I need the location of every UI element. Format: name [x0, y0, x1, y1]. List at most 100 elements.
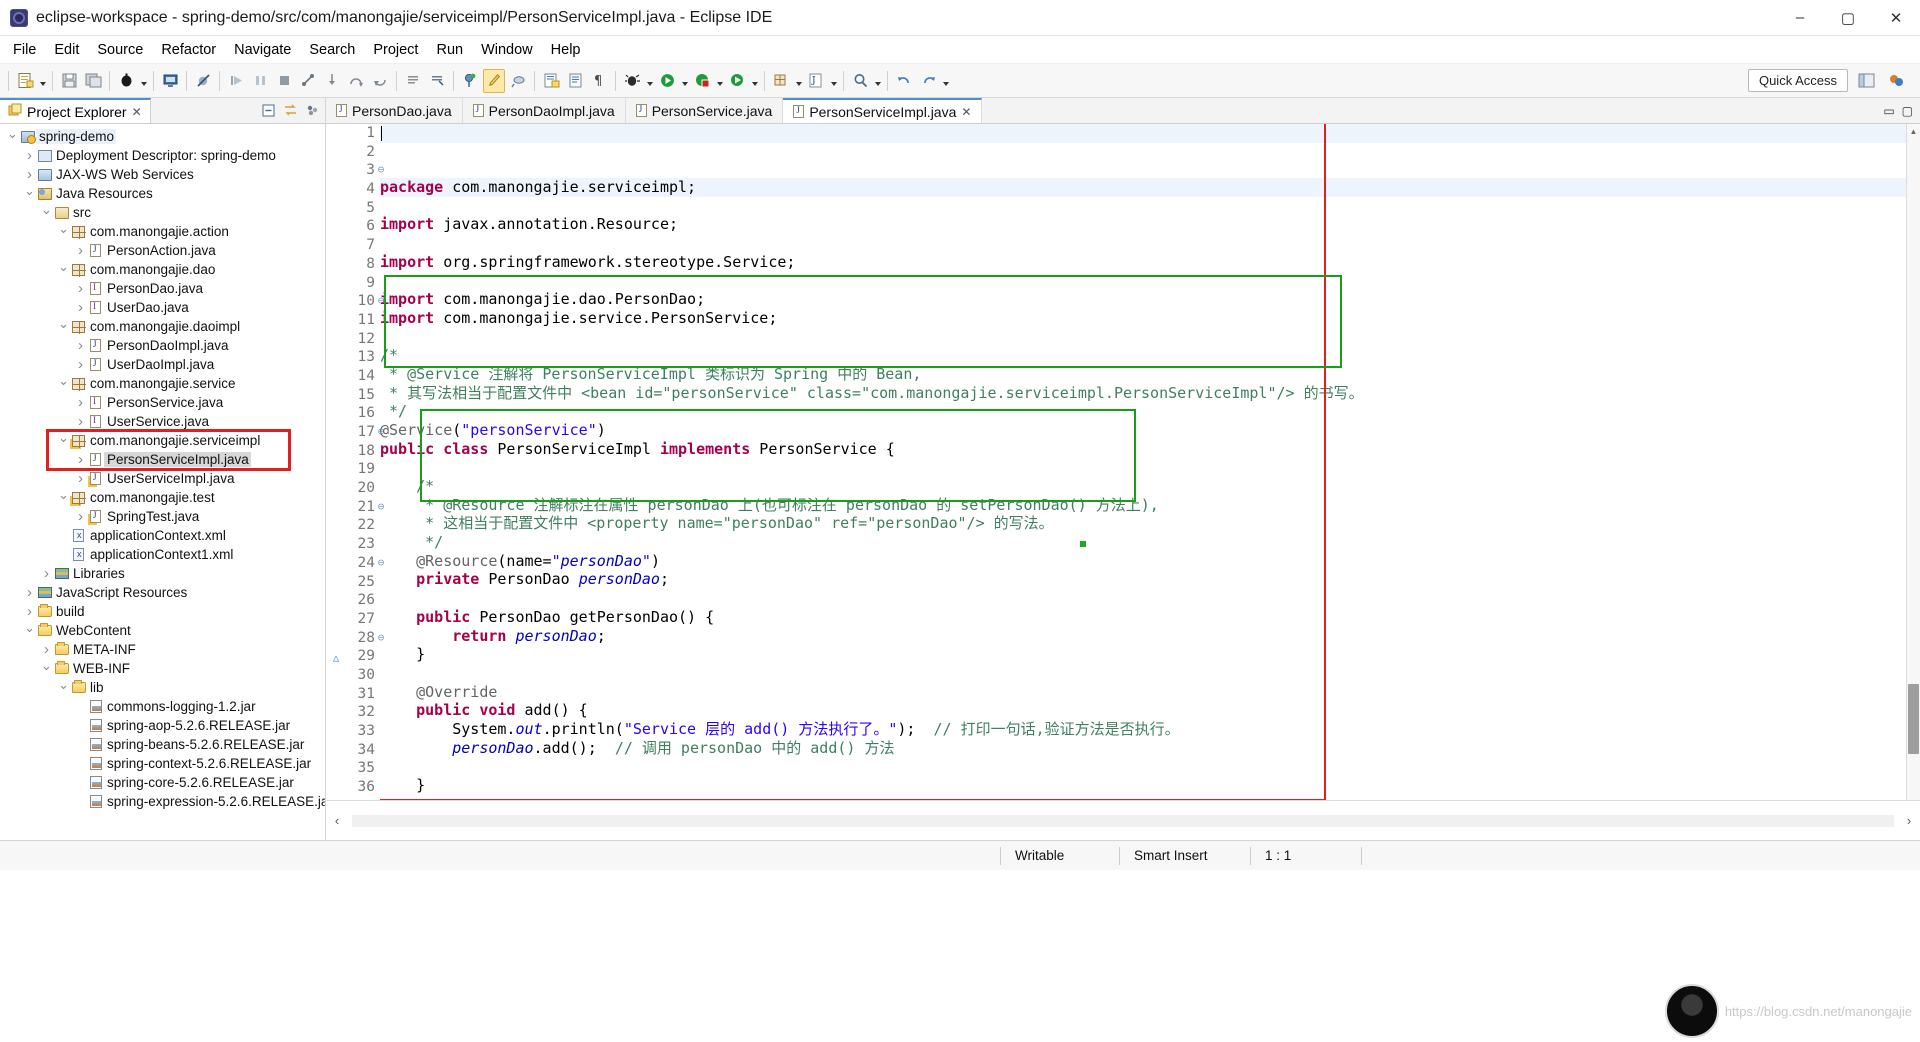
tree-item[interactable]: com.manongajie.daoimpl [0, 317, 325, 336]
forward-icon[interactable] [917, 69, 939, 93]
tree-item[interactable]: spring-demo [0, 127, 325, 146]
collapse-arrow-icon[interactable] [57, 380, 70, 388]
menu-search[interactable]: Search [300, 39, 364, 61]
expand-arrow-icon[interactable] [74, 360, 87, 370]
back-icon[interactable] [893, 69, 915, 93]
tree-item[interactable]: PersonDaoImpl.java [0, 336, 325, 355]
collapse-arrow-icon[interactable] [57, 684, 70, 692]
open-type-icon[interactable] [564, 69, 586, 93]
collapse-arrow-icon[interactable] [57, 323, 70, 331]
expand-arrow-icon[interactable] [74, 512, 87, 522]
tree-item[interactable]: UserDaoImpl.java [0, 355, 325, 374]
maximize-editor-icon[interactable]: ▢ [1902, 104, 1913, 118]
new-package-icon[interactable] [770, 69, 792, 93]
resume-icon[interactable] [225, 69, 247, 93]
expand-arrow-icon[interactable] [40, 645, 53, 655]
project-explorer-tab[interactable]: Project Explorer ✕ [0, 98, 151, 123]
editor-marker-bar[interactable] [326, 124, 342, 800]
debug-config-dropdown-icon[interactable] [644, 69, 655, 93]
menu-run[interactable]: Run [427, 39, 472, 61]
expand-arrow-icon[interactable] [23, 607, 36, 617]
tree-item[interactable]: spring-core-5.2.6.RELEASE.jar [0, 773, 325, 792]
tree-item[interactable]: UserDao.java [0, 298, 325, 317]
new-class-icon[interactable]: J [805, 69, 827, 93]
menu-help[interactable]: Help [542, 39, 590, 61]
editor-tab-persondaoimpl[interactable]: PersonDaoImpl.java [463, 98, 626, 123]
collapse-arrow-icon[interactable] [57, 266, 70, 274]
tree-item[interactable]: com.manongajie.service [0, 374, 325, 393]
tree-item[interactable]: spring-beans-5.2.6.RELEASE.jar [0, 735, 325, 754]
java-editor-icon[interactable] [483, 69, 505, 93]
new-wizard-dropdown-icon[interactable] [37, 69, 48, 93]
paragraph-icon[interactable]: ¶ [588, 69, 610, 93]
collapse-arrow-icon[interactable] [57, 437, 70, 445]
tree-item[interactable]: Deployment Descriptor: spring-demo [0, 146, 325, 165]
editor-tab-persondao[interactable]: PersonDao.java [326, 98, 463, 123]
project-tree[interactable]: spring-demoDeployment Descriptor: spring… [0, 124, 325, 840]
new-class-dropdown-icon[interactable] [828, 69, 839, 93]
external-tools-icon[interactable] [726, 69, 748, 93]
collapse-arrow-icon[interactable] [40, 665, 53, 673]
tree-item[interactable]: com.manongajie.dao [0, 260, 325, 279]
collapse-arrow-icon[interactable] [57, 494, 70, 502]
expand-arrow-icon[interactable] [74, 474, 87, 484]
tree-item[interactable]: applicationContext1.xml [0, 545, 325, 564]
close-icon[interactable]: ✕ [132, 105, 142, 119]
step-return-icon[interactable] [369, 69, 391, 93]
coverage-icon[interactable] [691, 69, 713, 93]
link-with-editor-icon[interactable] [281, 102, 299, 120]
tree-item[interactable]: com.manongajie.serviceimpl [0, 431, 325, 450]
tree-item[interactable]: WebContent [0, 621, 325, 640]
collapse-arrow-icon[interactable] [40, 209, 53, 217]
skip-breakpoints-icon[interactable] [192, 69, 214, 93]
run-icon[interactable] [656, 69, 678, 93]
menu-project[interactable]: Project [364, 39, 427, 61]
menu-window[interactable]: Window [472, 39, 542, 61]
tree-item[interactable]: PersonServiceImpl.java [0, 450, 325, 469]
expand-arrow-icon[interactable] [23, 170, 36, 180]
tree-item[interactable]: commons-logging-1.2.jar [0, 697, 325, 716]
menu-refactor[interactable]: Refactor [152, 39, 225, 61]
collapse-all-icon[interactable] [259, 102, 277, 120]
tree-item[interactable]: lib [0, 678, 325, 697]
debug-icon[interactable] [115, 69, 137, 93]
expand-arrow-icon[interactable] [74, 398, 87, 408]
tree-item[interactable]: PersonService.java [0, 393, 325, 412]
close-icon[interactable]: ✕ [961, 105, 971, 119]
forward-dropdown-icon[interactable] [940, 69, 951, 93]
menu-edit[interactable]: Edit [45, 39, 88, 61]
next-annotation-icon[interactable] [402, 69, 424, 93]
tree-item[interactable]: PersonDao.java [0, 279, 325, 298]
toggle-mark-occurrences-icon[interactable] [507, 69, 529, 93]
tree-item[interactable]: SpringTest.java [0, 507, 325, 526]
tree-item[interactable]: com.manongajie.action [0, 222, 325, 241]
tree-item[interactable]: spring-context-5.2.6.RELEASE.jar [0, 754, 325, 773]
run-dropdown-icon[interactable] [679, 69, 690, 93]
tree-item[interactable]: com.manongajie.test [0, 488, 325, 507]
tree-item[interactable]: Java Resources [0, 184, 325, 203]
new-wizard-icon[interactable] [14, 69, 36, 93]
editor-scrollbar-thumb[interactable] [1908, 684, 1919, 754]
new-java-project-icon[interactable] [540, 69, 562, 93]
minimize-editor-icon[interactable]: ▭ [1883, 104, 1894, 118]
expand-arrow-icon[interactable] [74, 303, 87, 313]
editor-source-text[interactable]: package com.manongajie.serviceimpl; impo… [380, 124, 1906, 800]
expand-arrow-icon[interactable] [74, 455, 87, 465]
editor-tab-personserviceimpl[interactable]: PersonServiceImpl.java ✕ [783, 98, 982, 123]
tree-item[interactable]: Libraries [0, 564, 325, 583]
java-ee-perspective-icon[interactable] [1854, 69, 1878, 93]
scroll-left-icon[interactable]: ‹ [326, 813, 348, 828]
debug-config-icon[interactable] [621, 69, 643, 93]
debug-dropdown-icon[interactable] [138, 69, 149, 93]
close-button[interactable]: ✕ [1872, 0, 1920, 36]
maximize-button[interactable]: ▢ [1824, 0, 1872, 36]
expand-arrow-icon[interactable] [23, 588, 36, 598]
tree-item[interactable]: META-INF [0, 640, 325, 659]
search-icon[interactable] [849, 69, 871, 93]
tree-item[interactable]: spring-aop-5.2.6.RELEASE.jar [0, 716, 325, 735]
java-perspective-icon[interactable] [1884, 69, 1908, 93]
open-console-icon[interactable] [159, 69, 181, 93]
expand-arrow-icon[interactable] [74, 246, 87, 256]
tree-item[interactable]: src [0, 203, 325, 222]
step-over-icon[interactable] [345, 69, 367, 93]
